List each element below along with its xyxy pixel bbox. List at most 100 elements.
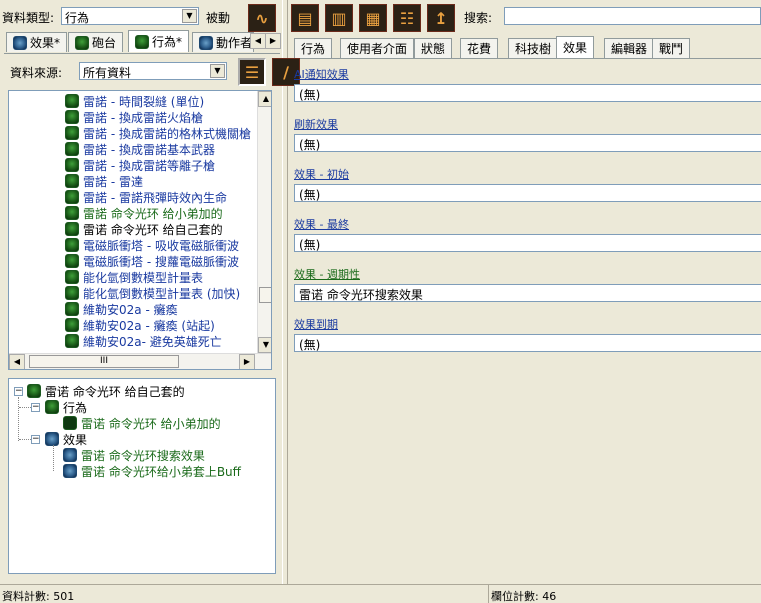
behavior-icon: [65, 222, 79, 236]
chevron-down-icon[interactable]: ▼: [210, 64, 225, 78]
behavior-icon: [65, 158, 79, 172]
tree-behavior-item[interactable]: 雷诺 命令光环 给小弟加的: [63, 415, 221, 431]
effects-collapse-toggle[interactable]: −: [31, 435, 40, 444]
tree-effect-item[interactable]: 雷诺 命令光环给小弟套上Buff: [63, 463, 241, 479]
tab-actor[interactable]: 動作者: [192, 32, 254, 52]
field-ai-notify[interactable]: (無): [294, 84, 761, 102]
behavior-icon-button[interactable]: ∿: [248, 4, 276, 32]
tree-root[interactable]: 雷诺 命令光环 给自己套的: [27, 383, 185, 399]
list-item[interactable]: 雷諾 - 換成雷諾等離子槍: [65, 157, 215, 173]
tab-combat[interactable]: 戰鬥: [652, 38, 691, 58]
effect-icon: [63, 464, 77, 478]
list-item[interactable]: 雷諾 - 換成雷諾火焰槍: [65, 109, 203, 125]
data-source-select[interactable]: 所有資料 ▼: [79, 62, 227, 80]
behavior-icon: [45, 400, 59, 414]
tree-effects-group[interactable]: 效果: [45, 431, 87, 447]
tab-cost[interactable]: 花費: [460, 38, 499, 58]
list-vscrollbar[interactable]: ▲ ▼: [257, 91, 271, 353]
list-item[interactable]: 雷诺 命令光环 给自己套的: [65, 221, 223, 237]
effect-icon: [13, 35, 27, 50]
tree-effect-item[interactable]: 雷诺 命令光环搜索效果: [63, 447, 205, 463]
tab-behavior[interactable]: 行為*: [128, 30, 190, 52]
table-icon: ▤: [297, 8, 313, 28]
scroll-thumb[interactable]: [259, 287, 271, 303]
tree-behaviors-group[interactable]: 行為: [45, 399, 87, 415]
field-label-ai-notify: AI通知效果: [294, 68, 349, 81]
scroll-right-button[interactable]: ▶: [239, 354, 255, 369]
behaviors-collapse-toggle[interactable]: −: [31, 403, 40, 412]
list-view-button[interactable]: ☰: [238, 58, 266, 86]
table-icon: ▥: [331, 8, 347, 28]
status-field-count: 欄位計數: 46: [488, 584, 761, 603]
object-list[interactable]: 雷諾 - 時間裂縫 (單位) 雷諾 - 換成雷諾火焰槍 雷諾 - 換成雷諾的格林式機…: [8, 90, 272, 370]
field-label-refresh: 刷新效果: [294, 118, 338, 131]
list-item[interactable]: 雷諾 - 雷達: [65, 173, 143, 189]
list-item[interactable]: 雷諾 - 時間裂縫 (單位): [65, 93, 204, 109]
behavior-icon: [65, 142, 79, 156]
field-label-expire: 效果到期: [294, 318, 338, 331]
toolbar-button-5[interactable]: ↥: [427, 4, 455, 32]
tab-scroll-left-button[interactable]: ◀: [250, 33, 266, 49]
passive-checkbox-label[interactable]: 被動: [206, 9, 230, 26]
list-icon: ☰: [244, 62, 260, 82]
toolbar-button-4[interactable]: ☷: [393, 4, 421, 32]
root-collapse-toggle[interactable]: −: [14, 387, 23, 396]
tab-ui[interactable]: 使用者介面: [340, 38, 415, 58]
list-item[interactable]: 雷諾 命令光环 给小弟加的: [65, 205, 223, 221]
scroll-left-button[interactable]: ◀: [9, 354, 25, 369]
behavior-icon: [65, 174, 79, 188]
list-item[interactable]: 雷諾 - 換成雷諾的格林式機關槍: [65, 125, 251, 141]
data-type-select[interactable]: 行為 ▼: [61, 7, 199, 25]
field-label-periodic: 效果 - 週期性: [294, 268, 360, 281]
search-label: 搜索:: [464, 11, 493, 25]
field-refresh[interactable]: (無): [294, 134, 761, 152]
field-final[interactable]: (無): [294, 234, 761, 252]
tab-tech-tree[interactable]: 科技樹: [508, 38, 559, 58]
data-type-label: 資料類型:: [2, 11, 55, 25]
tab-state[interactable]: 狀態: [414, 38, 453, 58]
list-item[interactable]: 電磁脈衝塔 - 吸收電磁脈衝波: [65, 237, 239, 253]
toolbar-button-3[interactable]: ▦: [359, 4, 387, 32]
behavior-icon: [65, 110, 79, 124]
field-expire[interactable]: (無): [294, 334, 761, 352]
list-item[interactable]: 維勒安02a - 癱瘓: [65, 301, 178, 317]
list-item[interactable]: 雷諾 - 換成雷諾基本武器: [65, 141, 215, 157]
tab-scroll-right-button[interactable]: ▶: [265, 33, 281, 49]
behavior-icon: [65, 238, 79, 252]
sort-icon: ↥: [434, 8, 448, 28]
dependency-tree[interactable]: − 雷诺 命令光环 给自己套的 − 行為 雷诺 命令光环 给小弟加的 − 效果 …: [8, 378, 276, 574]
vertical-splitter[interactable]: [282, 0, 288, 584]
tab-editor[interactable]: 編輯器: [604, 38, 655, 58]
tab-behavior[interactable]: 行為: [294, 38, 333, 58]
list-item[interactable]: 能化氫倒數模型計量表: [65, 269, 203, 285]
field-label-final: 效果 - 最終: [294, 218, 349, 231]
search-input[interactable]: [504, 7, 761, 25]
actor-icon: [199, 35, 213, 50]
field-initial[interactable]: (無): [294, 184, 761, 202]
behavior-icon: [65, 206, 79, 220]
behavior-icon: [65, 302, 79, 316]
list-item[interactable]: 維勒安02a- 避免英雄死亡: [65, 333, 222, 349]
hscroll-thumb[interactable]: III: [29, 355, 179, 368]
chevron-down-icon[interactable]: ▼: [182, 9, 197, 23]
effect-icon: [63, 448, 77, 462]
behavior-icon: [65, 94, 79, 108]
right-tab-strip: 行為 使用者介面 狀態 花費 科技樹 效果 編輯器 戰鬥: [290, 36, 761, 58]
field-label-initial: 效果 - 初始: [294, 168, 349, 181]
list-item[interactable]: 能化氫倒數模型計量表 (加快): [65, 285, 240, 301]
tab-effects[interactable]: 效果*: [6, 32, 68, 52]
list-hscrollbar[interactable]: ◀ III ▶: [9, 353, 271, 369]
wand-icon: ∕: [283, 62, 289, 82]
tab-effects[interactable]: 效果: [556, 36, 595, 58]
list-item[interactable]: 電磁脈衝塔 - 搜蘿電磁脈衝波: [65, 253, 239, 269]
field-periodic[interactable]: 雷诺 命令光环搜索效果: [294, 284, 761, 302]
toolbar-button-2[interactable]: ▥: [325, 4, 353, 32]
list-item[interactable]: 雷諾 - 雷諾飛彈時效內生命: [65, 189, 227, 205]
status-record-count: 資料計數: 501: [0, 584, 488, 603]
toolbar-button-1[interactable]: ▤: [291, 4, 319, 32]
behavior-icon: [135, 34, 149, 49]
scroll-down-button[interactable]: ▼: [258, 337, 271, 353]
tab-turret[interactable]: 砲台: [68, 32, 124, 52]
scroll-up-button[interactable]: ▲: [258, 91, 271, 107]
list-item[interactable]: 維勒安02a - 癱瘓 (站起): [65, 317, 215, 333]
